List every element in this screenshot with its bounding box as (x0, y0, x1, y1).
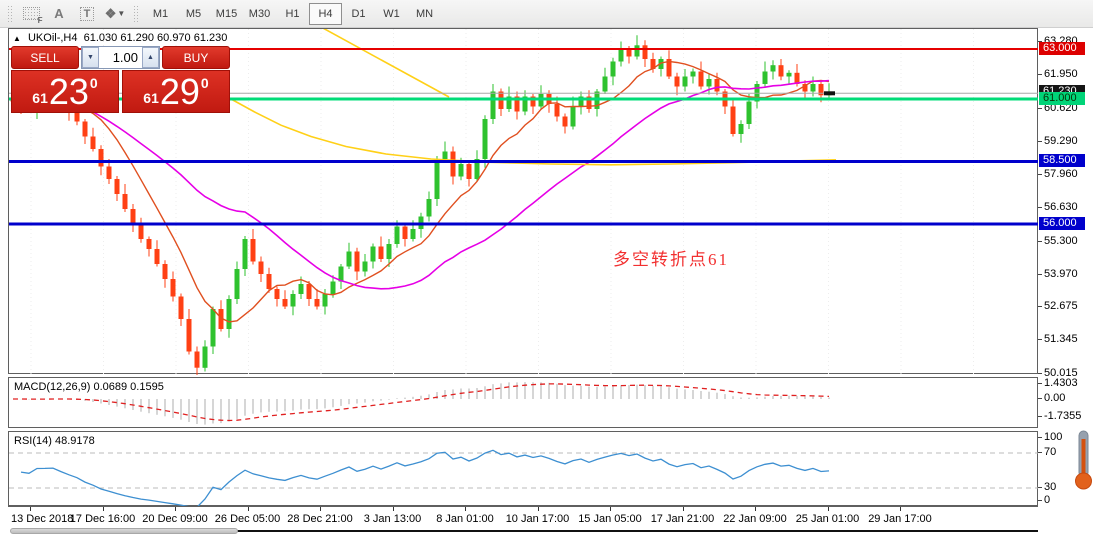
text-box-icon[interactable]: T (74, 3, 100, 25)
time-tick (610, 507, 611, 511)
toolbar-grip (7, 4, 13, 23)
time-tick (900, 507, 901, 511)
time-tick (827, 507, 829, 511)
time-axis-label: 15 Jan 05:00 (578, 513, 642, 525)
cursor-style-icon[interactable]: ❖ ▼ (102, 3, 128, 25)
timeframe-button-m15[interactable]: M15 (210, 3, 243, 25)
rsi-axis-label: 0 (1037, 494, 1051, 506)
time-tick (30, 507, 31, 511)
time-axis-label: 17 Dec 16:00 (69, 513, 136, 525)
time-tick (755, 507, 756, 511)
chart-title: ▲ UKOil-,H4 61.030 61.290 60.970 61.230 (13, 32, 228, 44)
macd-axis-label: 1.4303 (1038, 377, 1078, 389)
price-axis-label: 61.950 (1038, 68, 1078, 81)
macd-axis-label: -1.7355 (1037, 410, 1082, 423)
time-tick (465, 507, 466, 511)
macd-label: MACD(12,26,9) 0.0689 0.1595 (14, 381, 164, 393)
price-badge: 61.000 (1039, 91, 1085, 105)
time-tick (247, 507, 249, 511)
timeframe-button-w1[interactable]: W1 (375, 3, 408, 25)
price-axis-label: 56.630 (1038, 201, 1078, 214)
time-axis-label: 10 Jan 17:00 (505, 513, 570, 525)
timeframe-button-m1[interactable]: M1 (144, 3, 177, 25)
indicator-list-icon[interactable]: F (18, 3, 44, 25)
volume-stepper: ▼ 1.00 ▲ (81, 46, 160, 69)
top-toolbar: F A T ❖ ▼ M1 M5 M15 M30 H1 H4 D1 W1 MN (0, 0, 1093, 28)
volume-increase-button[interactable]: ▲ (142, 47, 159, 68)
rsi-panel[interactable]: RSI(14) 48.9178 (8, 431, 1039, 507)
price-axis-label: 59.290 (1038, 134, 1078, 147)
chart-ohlc: 61.030 61.290 60.970 61.230 (83, 32, 228, 44)
rsi-label: RSI(14) 48.9178 (14, 435, 95, 447)
timeframe-button-m30[interactable]: M30 (243, 3, 276, 25)
timeframe-button-d1[interactable]: D1 (342, 3, 375, 25)
chart-annotation: 多空转折点61 (613, 250, 729, 269)
buy-button[interactable]: BUY (162, 46, 230, 69)
scrollbar-thumb[interactable] (10, 528, 238, 534)
collapse-triangle-icon[interactable]: ▲ (13, 34, 21, 43)
thermometer-icon[interactable] (1074, 429, 1093, 491)
macd-axis-label: 0.00 (1037, 392, 1066, 404)
buy-quote[interactable]: 61 29 0 (122, 70, 230, 113)
time-axis-label: 26 Dec 05:00 (214, 513, 281, 525)
price-badge: 63.000 (1039, 41, 1085, 55)
time-tick (537, 507, 539, 511)
time-axis-label: 20 Dec 09:00 (142, 513, 208, 525)
toolbar-separator (133, 4, 139, 23)
timeframe-button-mn[interactable]: MN (408, 3, 441, 25)
time-axis-label: 22 Jan 09:00 (723, 513, 787, 525)
price-badge: 56.000 (1039, 216, 1085, 230)
horizontal-scrollbar (8, 528, 1038, 536)
time-axis-label: 13 Dec 2018 (11, 513, 74, 525)
timeframe-bar: M1 M5 M15 M30 H1 H4 D1 W1 MN (144, 2, 441, 25)
time-axis-label: 8 Jan 01:00 (436, 513, 494, 525)
timeframe-button-h4[interactable]: H4 (309, 2, 342, 25)
rsi-axis-label: 100 (1037, 431, 1063, 443)
rsi-axis-label: 70 (1037, 446, 1057, 458)
price-axis-label: 55.300 (1038, 234, 1078, 247)
time-tick (682, 507, 684, 511)
main-chart-panel[interactable]: ▲ UKOil-,H4 61.030 61.290 60.970 61.230 … (8, 28, 1039, 375)
time-axis[interactable]: 13 Dec 2018 17 Dec 16:00 20 Dec 09:00 26 De… (8, 506, 1038, 528)
rsi-canvas[interactable] (9, 432, 1039, 507)
time-tick (175, 507, 176, 511)
timeframe-button-m5[interactable]: M5 (177, 3, 210, 25)
time-axis-label: 29 Jan 17:00 (868, 513, 932, 525)
price-axis-label: 51.345 (1038, 333, 1078, 346)
time-tick (320, 507, 321, 511)
price-axis-label: 53.970 (1038, 267, 1078, 280)
macd-panel[interactable]: MACD(12,26,9) 0.0689 0.1595 (8, 377, 1038, 428)
time-axis-label: 3 Jan 13:00 (363, 513, 422, 525)
time-tick (102, 507, 104, 511)
price-badge: 58.500 (1039, 154, 1085, 167)
volume-input[interactable]: 1.00 (99, 47, 142, 68)
time-tick (392, 507, 394, 511)
scrollbar-track-line (232, 530, 1038, 532)
rsi-axis-label: 30 (1037, 481, 1057, 493)
time-axis-label: 25 Jan 01:00 (795, 513, 860, 525)
text-label-icon[interactable]: A (46, 3, 72, 25)
price-axis-label: 57.960 (1038, 168, 1078, 180)
time-axis-label: 28 Dec 21:00 (287, 513, 353, 525)
one-click-trade-panel: SELL ▼ 1.00 ▲ BUY 61 23 0 61 29 0 (11, 46, 230, 113)
sell-quote[interactable]: 61 23 0 (11, 70, 119, 113)
volume-decrease-button[interactable]: ▼ (82, 47, 99, 68)
price-axis-label: 52.675 (1038, 300, 1078, 313)
time-axis-label: 17 Jan 21:00 (650, 513, 715, 525)
timeframe-button-h1[interactable]: H1 (276, 3, 309, 25)
sell-button[interactable]: SELL (11, 46, 79, 69)
